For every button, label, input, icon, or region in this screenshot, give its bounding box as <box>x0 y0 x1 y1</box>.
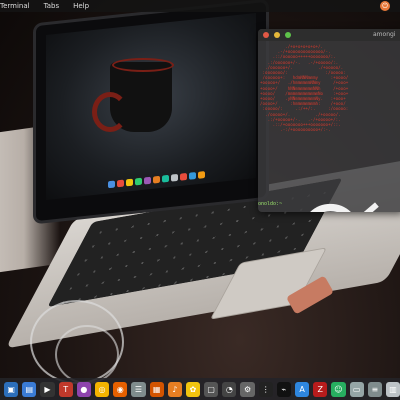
ubuntu-icon[interactable]: ⏻ <box>380 1 390 11</box>
firefox-icon[interactable]: ◉ <box>113 381 128 397</box>
dock: ▣ ▤ ▶ T ● ◎ ◉ ☰ ▦ ♪ ✿ ▢ ◔ ⚙ ⋮ ⌁ A Z ☺ ▭ ≡ ▥ <box>0 378 400 400</box>
notes-icon[interactable]: ≡ <box>367 381 382 397</box>
clock-icon[interactable]: ◔ <box>222 381 237 397</box>
terminal-output[interactable]: ./+o+o+o+o+o+/. .-/+oooooooooooooo/-. .:… <box>258 41 400 135</box>
apps-icon[interactable]: ⋮ <box>258 381 273 397</box>
terminal-prompt[interactable]: onoldo:~ <box>258 201 282 207</box>
wallpaper-mug-rim <box>112 58 174 72</box>
android-icon[interactable]: ☺ <box>331 381 346 397</box>
terminal-titlebar[interactable]: amongi <box>258 29 400 41</box>
settings-icon[interactable]: ☰ <box>131 381 146 397</box>
close-icon[interactable] <box>263 32 269 38</box>
chrome-icon[interactable]: ◎ <box>94 381 110 397</box>
display-icon[interactable]: ▭ <box>349 381 364 397</box>
wallpaper-mug-handle <box>92 92 128 132</box>
terminal-title: amongi <box>373 31 396 38</box>
photos-icon[interactable]: ✿ <box>185 381 201 397</box>
menu-tabs[interactable]: Tabs <box>44 2 60 10</box>
wallpaper-cable-loop <box>55 325 119 384</box>
folder-icon[interactable]: ▤ <box>22 381 37 397</box>
gear-icon[interactable]: ⚙ <box>240 381 255 397</box>
gedit-icon[interactable]: T <box>58 381 73 397</box>
menu-help[interactable]: Help <box>73 2 89 10</box>
appstore-icon[interactable]: A <box>295 381 310 397</box>
shell-icon[interactable]: ▢ <box>204 381 219 397</box>
minimize-icon[interactable] <box>274 32 280 38</box>
terminal-icon[interactable]: ▶ <box>40 381 55 397</box>
filezilla-icon[interactable]: Z <box>313 381 328 397</box>
maximize-icon[interactable] <box>285 32 291 38</box>
trash-icon[interactable]: ▥ <box>385 381 400 397</box>
calendar-icon[interactable]: ▦ <box>149 381 164 397</box>
terminal-window[interactable]: amongi ./+o+o+o+o+o+/. .-/+ooooooooooooo… <box>258 29 400 212</box>
top-menubar: Terminal Tabs Help ⏻ <box>0 0 400 12</box>
tweak-icon[interactable]: ● <box>76 381 91 397</box>
activity-icon[interactable]: ⌁ <box>276 381 291 397</box>
music-icon[interactable]: ♪ <box>167 381 182 397</box>
menu-terminal[interactable]: Terminal <box>0 2 30 10</box>
files-icon[interactable]: ▣ <box>4 381 19 397</box>
